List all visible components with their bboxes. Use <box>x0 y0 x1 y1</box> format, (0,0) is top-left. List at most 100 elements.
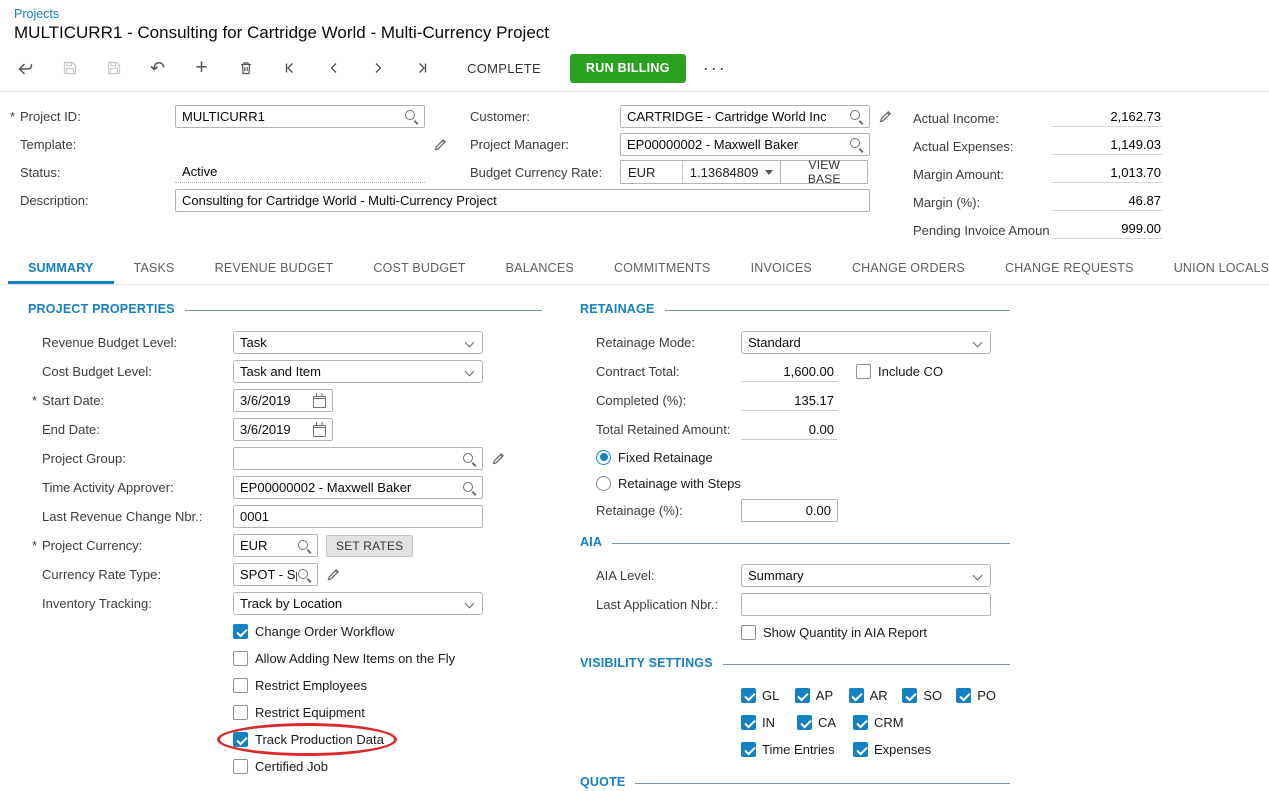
checkbox[interactable] <box>741 742 756 757</box>
tab-union-locals[interactable]: UNION LOCALS <box>1154 254 1269 284</box>
visibility-so[interactable]: SO <box>902 688 956 703</box>
tab-change-orders[interactable]: CHANGE ORDERS <box>832 254 985 284</box>
description-field[interactable]: Consulting for Cartridge World - Multi-C… <box>175 189 870 212</box>
visibility-po[interactable]: PO <box>956 688 1010 703</box>
template-field[interactable] <box>175 133 425 156</box>
search-icon[interactable] <box>849 137 863 151</box>
tab-tasks[interactable]: TASKS <box>114 254 195 284</box>
customer-edit-button[interactable] <box>878 109 893 124</box>
last-record-button[interactable] <box>401 53 442 83</box>
checkbox-label[interactable]: Restrict Employees <box>255 678 367 693</box>
visibility-time-entries[interactable]: Time Entries <box>741 742 853 757</box>
radio-label[interactable]: Fixed Retainage <box>618 450 713 465</box>
project-currency-field[interactable]: EUR <box>233 534 318 557</box>
checkbox-label[interactable]: Track Production Data <box>255 732 384 747</box>
save-button[interactable] <box>93 53 134 83</box>
currency-rate-type-edit-button[interactable] <box>326 567 341 582</box>
tab-change-requests[interactable]: CHANGE REQUESTS <box>985 254 1154 284</box>
checkbox[interactable] <box>741 625 756 640</box>
project-group-edit-button[interactable] <box>491 451 506 466</box>
visibility-ar[interactable]: AR <box>849 688 903 703</box>
checkbox[interactable] <box>956 688 971 703</box>
checkbox[interactable] <box>233 624 248 639</box>
tab-revenue-budget[interactable]: REVENUE BUDGET <box>195 254 354 284</box>
radio-label[interactable]: Retainage with Steps <box>618 476 741 491</box>
checkbox[interactable] <box>849 688 864 703</box>
search-icon[interactable] <box>404 109 418 123</box>
aia-level-select[interactable]: Summary <box>741 564 991 587</box>
first-record-button[interactable] <box>269 53 310 83</box>
undo-button[interactable]: ↶ <box>137 53 178 83</box>
search-icon[interactable] <box>297 568 311 582</box>
checkbox[interactable] <box>741 715 756 730</box>
add-button[interactable]: + <box>181 53 222 83</box>
calendar-icon[interactable] <box>313 396 326 408</box>
checkbox-label[interactable]: Include CO <box>878 364 943 379</box>
template-edit-button[interactable] <box>433 137 448 152</box>
visibility-crm[interactable]: CRM <box>853 715 909 730</box>
save-close-button[interactable] <box>49 53 90 83</box>
checkbox[interactable] <box>741 688 756 703</box>
currency-rate-type-field[interactable]: SPOT - Spo <box>233 563 318 586</box>
view-base-button[interactable]: VIEW BASE <box>780 161 867 183</box>
visibility-gl[interactable]: GL <box>741 688 795 703</box>
last-application-nbr-field[interactable] <box>741 593 991 616</box>
calendar-icon[interactable] <box>313 425 326 437</box>
certified-job-checkbox-row[interactable]: Certified Job <box>233 753 542 780</box>
tab-cost-budget[interactable]: COST BUDGET <box>353 254 485 284</box>
retainage-mode-select[interactable]: Standard <box>741 331 991 354</box>
checkbox[interactable] <box>902 688 917 703</box>
checkbox-label[interactable]: Restrict Equipment <box>255 705 365 720</box>
inventory-tracking-select[interactable]: Track by Location <box>233 592 483 615</box>
visibility-ap[interactable]: AP <box>795 688 849 703</box>
search-icon[interactable] <box>849 109 863 123</box>
checkbox[interactable] <box>856 364 871 379</box>
tab-summary[interactable]: SUMMARY <box>8 254 114 284</box>
previous-record-button[interactable] <box>313 53 354 83</box>
retainage-pct-field[interactable]: 0.00 <box>741 499 838 522</box>
customer-field[interactable]: CARTRIDGE - Cartridge World Inc <box>620 105 870 128</box>
start-date-field[interactable]: 3/6/2019 <box>233 389 333 412</box>
checkbox[interactable] <box>233 732 248 747</box>
tab-commitments[interactable]: COMMITMENTS <box>594 254 731 284</box>
project-group-field[interactable] <box>233 447 483 470</box>
radio-button[interactable] <box>596 476 611 491</box>
checkbox[interactable] <box>795 688 810 703</box>
set-rates-button[interactable]: SET RATES <box>326 535 413 557</box>
include-co-checkbox-row[interactable]: Include CO <box>856 358 943 385</box>
revenue-budget-level-select[interactable]: Task <box>233 331 483 354</box>
allow-adding-new-items-checkbox-row[interactable]: Allow Adding New Items on the Fly <box>233 645 542 672</box>
checkbox[interactable] <box>853 742 868 757</box>
tab-invoices[interactable]: INVOICES <box>731 254 832 284</box>
restrict-employees-checkbox-row[interactable]: Restrict Employees <box>233 672 542 699</box>
checkbox[interactable] <box>233 651 248 666</box>
last-revenue-change-nbr-field[interactable]: 0001 <box>233 505 483 528</box>
next-record-button[interactable] <box>357 53 398 83</box>
currency-code-field[interactable]: EUR <box>621 161 683 183</box>
back-button[interactable] <box>5 53 46 83</box>
checkbox[interactable] <box>853 715 868 730</box>
visibility-expenses[interactable]: Expenses <box>853 742 909 757</box>
checkbox-label[interactable]: Certified Job <box>255 759 328 774</box>
currency-rate-dropdown[interactable]: 1.13684809 <box>683 161 781 183</box>
end-date-field[interactable]: 3/6/2019 <box>233 418 333 441</box>
change-order-workflow-checkbox-row[interactable]: Change Order Workflow <box>233 618 542 645</box>
retainage-with-steps-radio-row[interactable]: Retainage with Steps <box>580 470 1010 496</box>
checkbox[interactable] <box>233 678 248 693</box>
project-manager-field[interactable]: EP00000002 - Maxwell Baker <box>620 133 870 156</box>
more-actions-button[interactable]: ··· <box>695 53 735 83</box>
checkbox-label[interactable]: Change Order Workflow <box>255 624 394 639</box>
checkbox[interactable] <box>233 705 248 720</box>
search-icon[interactable] <box>462 452 476 466</box>
cost-budget-level-select[interactable]: Task and Item <box>233 360 483 383</box>
checkbox-label[interactable]: Allow Adding New Items on the Fly <box>255 651 455 666</box>
delete-button[interactable] <box>225 53 266 83</box>
fixed-retainage-radio-row[interactable]: Fixed Retainage <box>580 444 1010 470</box>
complete-button[interactable]: COMPLETE <box>453 53 555 83</box>
time-activity-approver-field[interactable]: EP00000002 - Maxwell Baker <box>233 476 483 499</box>
radio-button[interactable] <box>596 450 611 465</box>
search-icon[interactable] <box>297 539 311 553</box>
checkbox[interactable] <box>233 759 248 774</box>
visibility-in[interactable]: IN <box>741 715 797 730</box>
project-id-field[interactable]: MULTICURR1 <box>175 105 425 128</box>
